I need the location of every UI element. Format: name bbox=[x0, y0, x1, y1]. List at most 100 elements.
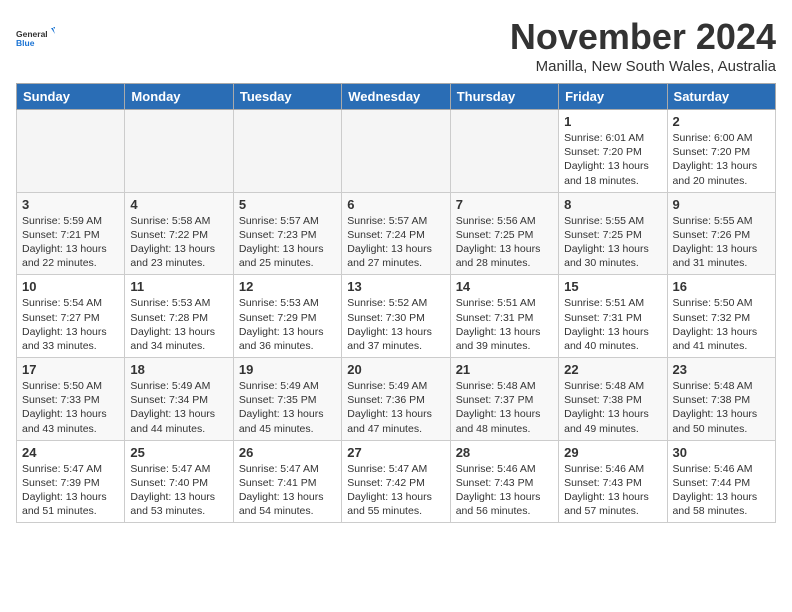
calendar-cell: 28 Sunrise: 5:46 AM Sunset: 7:43 PM Dayli… bbox=[450, 440, 558, 523]
day-info: Sunrise: 5:56 AM Sunset: 7:25 PM Dayligh… bbox=[456, 214, 553, 271]
svg-text:Blue: Blue bbox=[16, 38, 35, 48]
calendar-cell: 2 Sunrise: 6:00 AM Sunset: 7:20 PM Daylig… bbox=[667, 110, 775, 193]
calendar-cell: 14 Sunrise: 5:51 AM Sunset: 7:31 PM Dayli… bbox=[450, 275, 558, 358]
day-number: 4 bbox=[130, 197, 227, 212]
day-info: Sunrise: 5:50 AM Sunset: 7:32 PM Dayligh… bbox=[673, 296, 770, 353]
day-info: Sunrise: 5:51 AM Sunset: 7:31 PM Dayligh… bbox=[564, 296, 661, 353]
day-number: 7 bbox=[456, 197, 553, 212]
calendar-cell: 25 Sunrise: 5:47 AM Sunset: 7:40 PM Dayli… bbox=[125, 440, 233, 523]
calendar-cell: 5 Sunrise: 5:57 AM Sunset: 7:23 PM Daylig… bbox=[233, 192, 341, 275]
logo: General Blue bbox=[16, 16, 56, 60]
day-number: 14 bbox=[456, 279, 553, 294]
day-number: 15 bbox=[564, 279, 661, 294]
calendar-cell: 13 Sunrise: 5:52 AM Sunset: 7:30 PM Dayli… bbox=[342, 275, 450, 358]
svg-text:General: General bbox=[16, 29, 48, 39]
day-number: 25 bbox=[130, 445, 227, 460]
logo-svg: General Blue bbox=[16, 16, 56, 60]
calendar-cell: 23Sunrise: 5:48 AM Sunset: 7:38 PM Dayli… bbox=[667, 358, 775, 441]
day-number: 5 bbox=[239, 197, 336, 212]
day-number: 24 bbox=[22, 445, 119, 460]
col-thursday: Thursday bbox=[450, 84, 558, 110]
col-wednesday: Wednesday bbox=[342, 84, 450, 110]
day-number: 18 bbox=[130, 362, 227, 377]
day-info: Sunrise: 5:57 AM Sunset: 7:23 PM Dayligh… bbox=[239, 214, 336, 271]
calendar-table: Sunday Monday Tuesday Wednesday Thursday… bbox=[16, 83, 776, 523]
calendar-cell: 16Sunrise: 5:50 AM Sunset: 7:32 PM Dayli… bbox=[667, 275, 775, 358]
day-info: Sunrise: 5:49 AM Sunset: 7:36 PM Dayligh… bbox=[347, 379, 444, 436]
calendar-week-5: 24 Sunrise: 5:47 AM Sunset: 7:39 PM Dayli… bbox=[17, 440, 776, 523]
col-saturday: Saturday bbox=[667, 84, 775, 110]
calendar-cell: 22Sunrise: 5:48 AM Sunset: 7:38 PM Dayli… bbox=[559, 358, 667, 441]
col-monday: Monday bbox=[125, 84, 233, 110]
day-number: 12 bbox=[239, 279, 336, 294]
calendar-cell: 1 Sunrise: 6:01 AM Sunset: 7:20 PM Daylig… bbox=[559, 110, 667, 193]
day-number: 3 bbox=[22, 197, 119, 212]
calendar-cell: 10 Sunrise: 5:54 AM Sunset: 7:27 PM Dayli… bbox=[17, 275, 125, 358]
day-info: Sunrise: 6:01 AM Sunset: 7:20 PM Dayligh… bbox=[564, 131, 661, 188]
day-info: Sunrise: 5:54 AM Sunset: 7:27 PM Dayligh… bbox=[22, 296, 119, 353]
calendar-week-1: 1 Sunrise: 6:01 AM Sunset: 7:20 PM Daylig… bbox=[17, 110, 776, 193]
calendar-cell: 27Sunrise: 5:47 AM Sunset: 7:42 PM Dayli… bbox=[342, 440, 450, 523]
day-info: Sunrise: 5:51 AM Sunset: 7:31 PM Dayligh… bbox=[456, 296, 553, 353]
calendar-cell: 12 Sunrise: 5:53 AM Sunset: 7:29 PM Dayli… bbox=[233, 275, 341, 358]
day-info: Sunrise: 5:50 AM Sunset: 7:33 PM Dayligh… bbox=[22, 379, 119, 436]
day-number: 26 bbox=[239, 445, 336, 460]
day-info: Sunrise: 5:48 AM Sunset: 7:37 PM Dayligh… bbox=[456, 379, 553, 436]
calendar-cell: 9Sunrise: 5:55 AM Sunset: 7:26 PM Daylig… bbox=[667, 192, 775, 275]
day-info: Sunrise: 5:58 AM Sunset: 7:22 PM Dayligh… bbox=[130, 214, 227, 271]
day-info: Sunrise: 5:59 AM Sunset: 7:21 PM Dayligh… bbox=[22, 214, 119, 271]
calendar-cell: 24 Sunrise: 5:47 AM Sunset: 7:39 PM Dayli… bbox=[17, 440, 125, 523]
day-info: Sunrise: 5:46 AM Sunset: 7:43 PM Dayligh… bbox=[564, 462, 661, 519]
day-number: 13 bbox=[347, 279, 444, 294]
calendar-cell: 19 Sunrise: 5:49 AM Sunset: 7:35 PM Dayli… bbox=[233, 358, 341, 441]
day-info: Sunrise: 5:49 AM Sunset: 7:35 PM Dayligh… bbox=[239, 379, 336, 436]
day-info: Sunrise: 5:48 AM Sunset: 7:38 PM Dayligh… bbox=[564, 379, 661, 436]
month-title: November 2024 bbox=[510, 16, 776, 58]
day-number: 6 bbox=[347, 197, 444, 212]
calendar-cell bbox=[125, 110, 233, 193]
calendar-cell: 30 Sunrise: 5:46 AM Sunset: 7:44 PM Dayli… bbox=[667, 440, 775, 523]
day-number: 11 bbox=[130, 279, 227, 294]
header-row: Sunday Monday Tuesday Wednesday Thursday… bbox=[17, 84, 776, 110]
day-info: Sunrise: 5:47 AM Sunset: 7:39 PM Dayligh… bbox=[22, 462, 119, 519]
day-info: Sunrise: 5:55 AM Sunset: 7:25 PM Dayligh… bbox=[564, 214, 661, 271]
calendar-cell: 21Sunrise: 5:48 AM Sunset: 7:37 PM Dayli… bbox=[450, 358, 558, 441]
day-number: 10 bbox=[22, 279, 119, 294]
day-info: Sunrise: 5:52 AM Sunset: 7:30 PM Dayligh… bbox=[347, 296, 444, 353]
calendar-cell bbox=[450, 110, 558, 193]
day-number: 27 bbox=[347, 445, 444, 460]
calendar-cell: 3 Sunrise: 5:59 AM Sunset: 7:21 PM Daylig… bbox=[17, 192, 125, 275]
day-info: Sunrise: 5:57 AM Sunset: 7:24 PM Dayligh… bbox=[347, 214, 444, 271]
page-header: General Blue November 2024 Manilla, New … bbox=[16, 16, 776, 75]
day-number: 23 bbox=[673, 362, 770, 377]
day-number: 28 bbox=[456, 445, 553, 460]
calendar-cell: 8 Sunrise: 5:55 AM Sunset: 7:25 PM Daylig… bbox=[559, 192, 667, 275]
day-number: 2 bbox=[673, 114, 770, 129]
day-info: Sunrise: 5:49 AM Sunset: 7:34 PM Dayligh… bbox=[130, 379, 227, 436]
calendar-cell bbox=[17, 110, 125, 193]
day-info: Sunrise: 5:47 AM Sunset: 7:41 PM Dayligh… bbox=[239, 462, 336, 519]
day-number: 29 bbox=[564, 445, 661, 460]
calendar-week-4: 17Sunrise: 5:50 AM Sunset: 7:33 PM Dayli… bbox=[17, 358, 776, 441]
day-number: 9 bbox=[673, 197, 770, 212]
location-title: Manilla, New South Wales, Australia bbox=[510, 58, 776, 75]
day-number: 19 bbox=[239, 362, 336, 377]
day-number: 1 bbox=[564, 114, 661, 129]
day-info: Sunrise: 5:47 AM Sunset: 7:40 PM Dayligh… bbox=[130, 462, 227, 519]
day-number: 8 bbox=[564, 197, 661, 212]
day-info: Sunrise: 6:00 AM Sunset: 7:20 PM Dayligh… bbox=[673, 131, 770, 188]
calendar-cell: 29 Sunrise: 5:46 AM Sunset: 7:43 PM Dayli… bbox=[559, 440, 667, 523]
day-number: 30 bbox=[673, 445, 770, 460]
col-friday: Friday bbox=[559, 84, 667, 110]
calendar-cell bbox=[342, 110, 450, 193]
day-info: Sunrise: 5:53 AM Sunset: 7:29 PM Dayligh… bbox=[239, 296, 336, 353]
day-info: Sunrise: 5:46 AM Sunset: 7:44 PM Dayligh… bbox=[673, 462, 770, 519]
calendar-cell: 4 Sunrise: 5:58 AM Sunset: 7:22 PM Daylig… bbox=[125, 192, 233, 275]
calendar-week-2: 3 Sunrise: 5:59 AM Sunset: 7:21 PM Daylig… bbox=[17, 192, 776, 275]
calendar-cell: 15 Sunrise: 5:51 AM Sunset: 7:31 PM Dayli… bbox=[559, 275, 667, 358]
calendar-cell: 18 Sunrise: 5:49 AM Sunset: 7:34 PM Dayli… bbox=[125, 358, 233, 441]
col-tuesday: Tuesday bbox=[233, 84, 341, 110]
calendar-cell: 20Sunrise: 5:49 AM Sunset: 7:36 PM Dayli… bbox=[342, 358, 450, 441]
title-area: November 2024 Manilla, New South Wales, … bbox=[510, 16, 776, 75]
day-info: Sunrise: 5:46 AM Sunset: 7:43 PM Dayligh… bbox=[456, 462, 553, 519]
